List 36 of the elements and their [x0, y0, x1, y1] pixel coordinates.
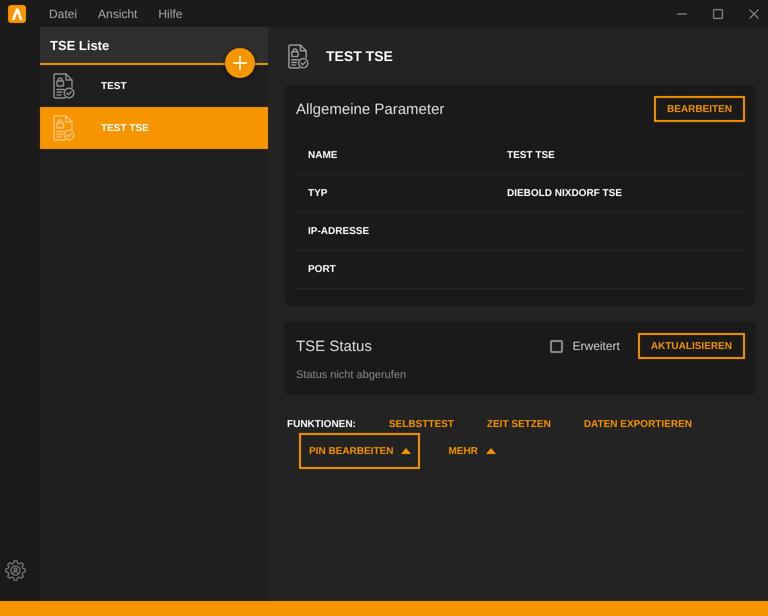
sidebar-title: TSE Liste: [50, 38, 110, 52]
parameter-label: PORT: [308, 264, 336, 275]
menu-item[interactable]: Ansicht: [98, 6, 138, 20]
parameter-value: DIEBOLD NIXDORF TSE: [507, 188, 622, 199]
card-title: TSE Status: [296, 338, 372, 354]
status-message: Status nicht abgerufen: [296, 369, 408, 381]
function-link[interactable]: ZEIT SETZEN: [486, 418, 551, 430]
checkbox[interactable]: [550, 340, 563, 352]
caret-up-icon: [401, 448, 412, 454]
document-lock-check-icon: [53, 115, 75, 141]
parameter-label: NAME: [308, 150, 338, 161]
close-icon: [749, 8, 759, 18]
page-title: TEST TSE: [326, 48, 393, 64]
plus-icon: [233, 56, 247, 70]
checkbox-label: Erweitert: [572, 339, 620, 353]
function-menu-button[interactable]: MEHR: [438, 433, 505, 469]
caret-up-icon: [486, 448, 496, 454]
edit-button[interactable]: BEARBEITEN: [654, 96, 745, 122]
settings-icon[interactable]: [5, 560, 26, 581]
menu-item[interactable]: Hilfe: [158, 6, 182, 20]
sidebar-item[interactable]: TEST: [40, 65, 268, 107]
document-lock-check-icon: [288, 44, 309, 68]
function-link[interactable]: SELBSTTEST: [388, 418, 454, 430]
app-logo-icon: [8, 4, 26, 22]
parameter-label: TYP: [308, 188, 328, 199]
functions-label: FUNKTIONEN:: [287, 418, 356, 430]
document-lock-check-icon: [53, 73, 75, 99]
parameter-label: IP-ADRESSE: [308, 226, 370, 237]
refresh-button[interactable]: AKTUALISIEREN: [638, 333, 745, 359]
function-link[interactable]: DATEN EXPORTIEREN: [584, 418, 692, 430]
function-menu-button[interactable]: PIN BEARBEITEN: [299, 433, 420, 469]
add-button[interactable]: [225, 48, 255, 78]
card-title: Allgemeine Parameter: [296, 100, 444, 118]
maximize-icon: [713, 8, 723, 18]
menu-item[interactable]: Datei: [49, 6, 78, 20]
parameter-value: TEST TSE: [507, 150, 555, 161]
